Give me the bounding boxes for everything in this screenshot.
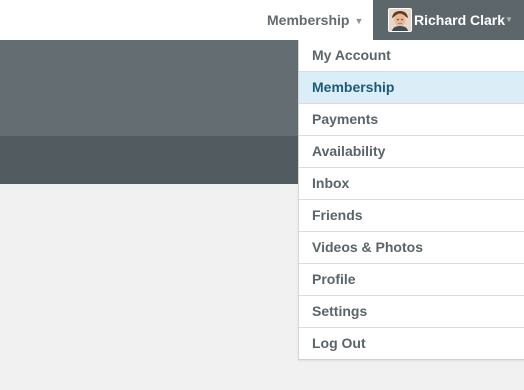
chevron-down-icon: ▼ (354, 16, 364, 26)
chevron-down-icon: ▼ (505, 15, 513, 24)
menu-item-videos-photos[interactable]: Videos & Photos (299, 232, 524, 264)
user-dropdown-menu: My Account Membership Payments Availabil… (298, 40, 524, 360)
avatar-image (389, 9, 411, 31)
menu-item-my-account[interactable]: My Account (299, 40, 524, 72)
menu-item-availability[interactable]: Availability (299, 136, 524, 168)
menu-item-inbox[interactable]: Inbox (299, 168, 524, 200)
membership-menu-label: Membership (267, 12, 350, 28)
membership-menu-button[interactable]: Membership ▼ (267, 0, 363, 40)
menu-item-profile[interactable]: Profile (299, 264, 524, 296)
user-menu-button[interactable]: Richard Clark ▼ (373, 0, 524, 40)
menu-item-log-out[interactable]: Log Out (299, 328, 524, 360)
menu-item-membership[interactable]: Membership (299, 72, 524, 104)
menu-item-payments[interactable]: Payments (299, 104, 524, 136)
avatar (388, 8, 412, 32)
menu-item-settings[interactable]: Settings (299, 296, 524, 328)
user-name: Richard Clark (414, 12, 506, 28)
page: Membership ▼ Richard Clark ▼ My Account M… (0, 0, 524, 390)
top-navigation-bar: Membership ▼ Richard Clark ▼ (0, 0, 524, 40)
menu-item-friends[interactable]: Friends (299, 200, 524, 232)
